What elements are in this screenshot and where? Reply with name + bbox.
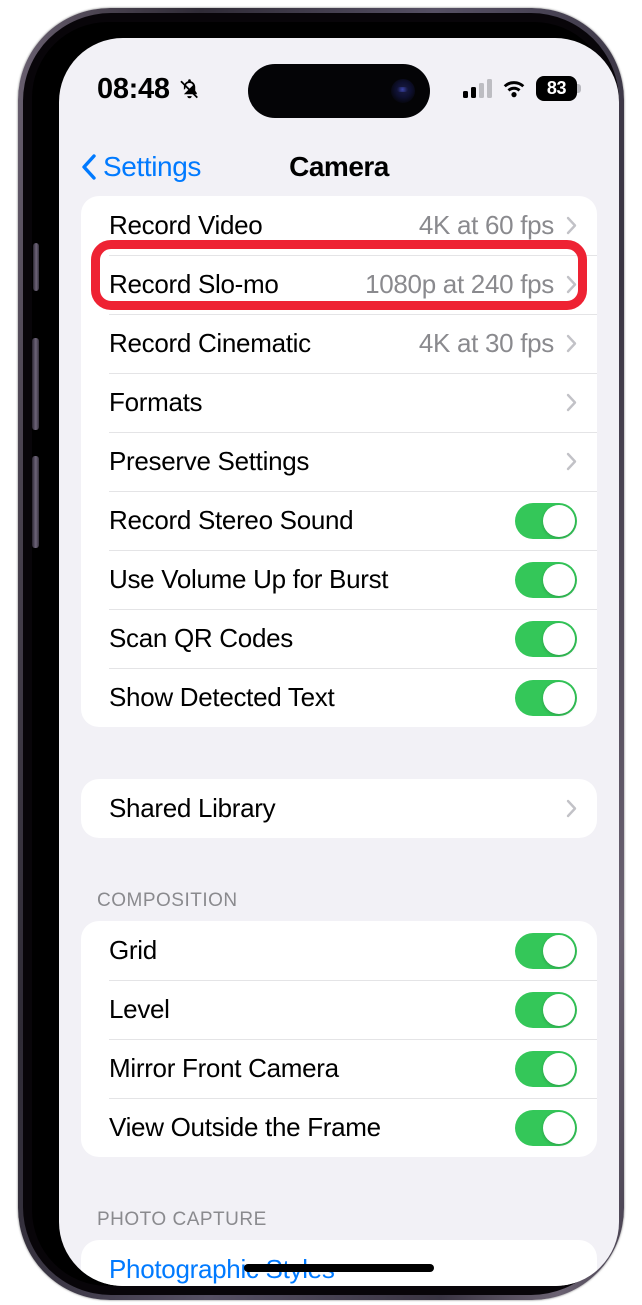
toggle-knob [543, 1111, 575, 1144]
toggle-view-outside-the-frame[interactable] [515, 1109, 577, 1146]
row-view-outside-the-frame[interactable]: View Outside the Frame [81, 1098, 597, 1157]
toggle-knob [543, 504, 575, 537]
row-value: 4K at 60 fps [418, 210, 554, 240]
toggle-knob [543, 1052, 575, 1085]
section-header-composition: COMPOSITION [97, 890, 238, 911]
navigation-bar: Settings Camera [59, 138, 619, 196]
toggle-knob [543, 934, 575, 967]
battery-percent-label: 83 [546, 78, 567, 98]
row-label: View Outside the Frame [109, 1112, 381, 1142]
row-grid[interactable]: Grid [81, 921, 597, 980]
row-accessory [566, 799, 577, 818]
chevron-right-icon [566, 393, 577, 412]
row-record-video[interactable]: Record Video 4K at 60 fps [81, 196, 597, 255]
phone-screen: 08:48 83 Settings Camera Record Video 4K… [59, 38, 619, 1286]
chevron-right-icon [566, 334, 577, 353]
row-label: Preserve Settings [109, 446, 310, 476]
wifi-icon [503, 81, 525, 98]
row-shared-library[interactable]: Shared Library [81, 779, 597, 838]
row-label: Show Detected Text [109, 682, 335, 712]
row-label: Level [109, 994, 170, 1024]
row-label: Formats [109, 387, 203, 417]
row-photographic-styles[interactable]: Photographic Styles [81, 1240, 597, 1286]
row-accessory: 4K at 30 fps [419, 328, 577, 359]
row-label: Record Cinematic [109, 328, 311, 358]
row-accessory [566, 452, 577, 471]
row-label: Record Video [109, 210, 263, 240]
mute-switch-button[interactable] [33, 243, 39, 291]
page-title: Camera [289, 151, 389, 182]
signal-bars-icon [463, 78, 492, 98]
row-scan-qr-codes[interactable]: Scan QR Codes [81, 609, 597, 668]
chevron-right-icon [566, 799, 577, 818]
toggle-record-stereo-sound[interactable] [515, 502, 577, 539]
row-value: 1080p at 240 fps [365, 269, 554, 299]
settings-group-composition: Grid Level Mirror Front Camera View Outs… [81, 921, 597, 1157]
row-show-detected-text[interactable]: Show Detected Text [81, 668, 597, 727]
row-accessory [515, 561, 577, 598]
toggle-knob [543, 622, 575, 655]
chevron-right-icon [566, 216, 577, 235]
settings-group-shared-library: Shared Library [81, 779, 597, 838]
row-level[interactable]: Level [81, 980, 597, 1039]
toggle-knob [543, 681, 575, 714]
row-label: Grid [109, 935, 157, 965]
row-preserve-settings[interactable]: Preserve Settings [81, 432, 597, 491]
section-header-photo-capture: PHOTO CAPTURE [97, 1209, 267, 1230]
toggle-level[interactable] [515, 991, 577, 1028]
row-label: Scan QR Codes [109, 623, 293, 653]
row-record-stereo-sound[interactable]: Record Stereo Sound [81, 491, 597, 550]
toggle-grid[interactable] [515, 932, 577, 969]
volume-down-button[interactable] [32, 456, 39, 548]
dynamic-island [248, 64, 430, 118]
home-indicator[interactable] [244, 1264, 434, 1272]
row-accessory: 1080p at 240 fps [365, 269, 577, 300]
battery-body: 83 [536, 75, 577, 101]
row-record-slo-mo[interactable]: Record Slo-mo 1080p at 240 fps [81, 255, 597, 314]
bell-slash-icon [180, 79, 198, 99]
settings-group-video: Record Video 4K at 60 fps Record Slo-mo … [81, 196, 597, 727]
row-use-volume-up-for-burst[interactable]: Use Volume Up for Burst [81, 550, 597, 609]
row-accessory: 4K at 60 fps [419, 210, 577, 241]
row-accessory [515, 679, 577, 716]
front-camera-lens-icon [391, 79, 415, 103]
row-accessory [515, 991, 577, 1028]
row-accessory [515, 1109, 577, 1146]
row-label: Shared Library [109, 793, 276, 823]
status-bar-right: 83 [463, 75, 581, 101]
row-record-cinematic[interactable]: Record Cinematic 4K at 30 fps [81, 314, 597, 373]
settings-group-photo-capture: Photographic Styles [81, 1240, 597, 1286]
row-label: Record Slo-mo [109, 269, 279, 299]
row-label: Mirror Front Camera [109, 1053, 339, 1083]
chevron-right-icon [566, 452, 577, 471]
battery-cap [577, 83, 581, 93]
row-label: Use Volume Up for Burst [109, 564, 389, 594]
toggle-scan-qr-codes[interactable] [515, 620, 577, 657]
row-accessory [515, 1050, 577, 1087]
toggle-use-volume-up-for-burst[interactable] [515, 561, 577, 598]
volume-up-button[interactable] [32, 338, 39, 430]
row-accessory [515, 620, 577, 657]
row-accessory [566, 393, 577, 412]
status-bar-left: 08:48 [97, 71, 262, 106]
row-label: Record Stereo Sound [109, 505, 354, 535]
toggle-mirror-front-camera[interactable] [515, 1050, 577, 1087]
row-accessory [515, 932, 577, 969]
toggle-show-detected-text[interactable] [515, 679, 577, 716]
battery-indicator: 83 [536, 75, 581, 101]
settings-scroll-content[interactable]: Record Video 4K at 60 fps Record Slo-mo … [59, 196, 619, 1286]
toggle-knob [543, 563, 575, 596]
row-mirror-front-camera[interactable]: Mirror Front Camera [81, 1039, 597, 1098]
phone-device-frame: 08:48 83 Settings Camera Record Video 4K… [18, 8, 624, 1300]
status-time: 08:48 [97, 72, 170, 105]
toggle-knob [543, 993, 575, 1026]
row-value: 4K at 30 fps [418, 328, 554, 358]
chevron-right-icon [566, 275, 577, 294]
row-formats[interactable]: Formats [81, 373, 597, 432]
row-accessory [515, 502, 577, 539]
